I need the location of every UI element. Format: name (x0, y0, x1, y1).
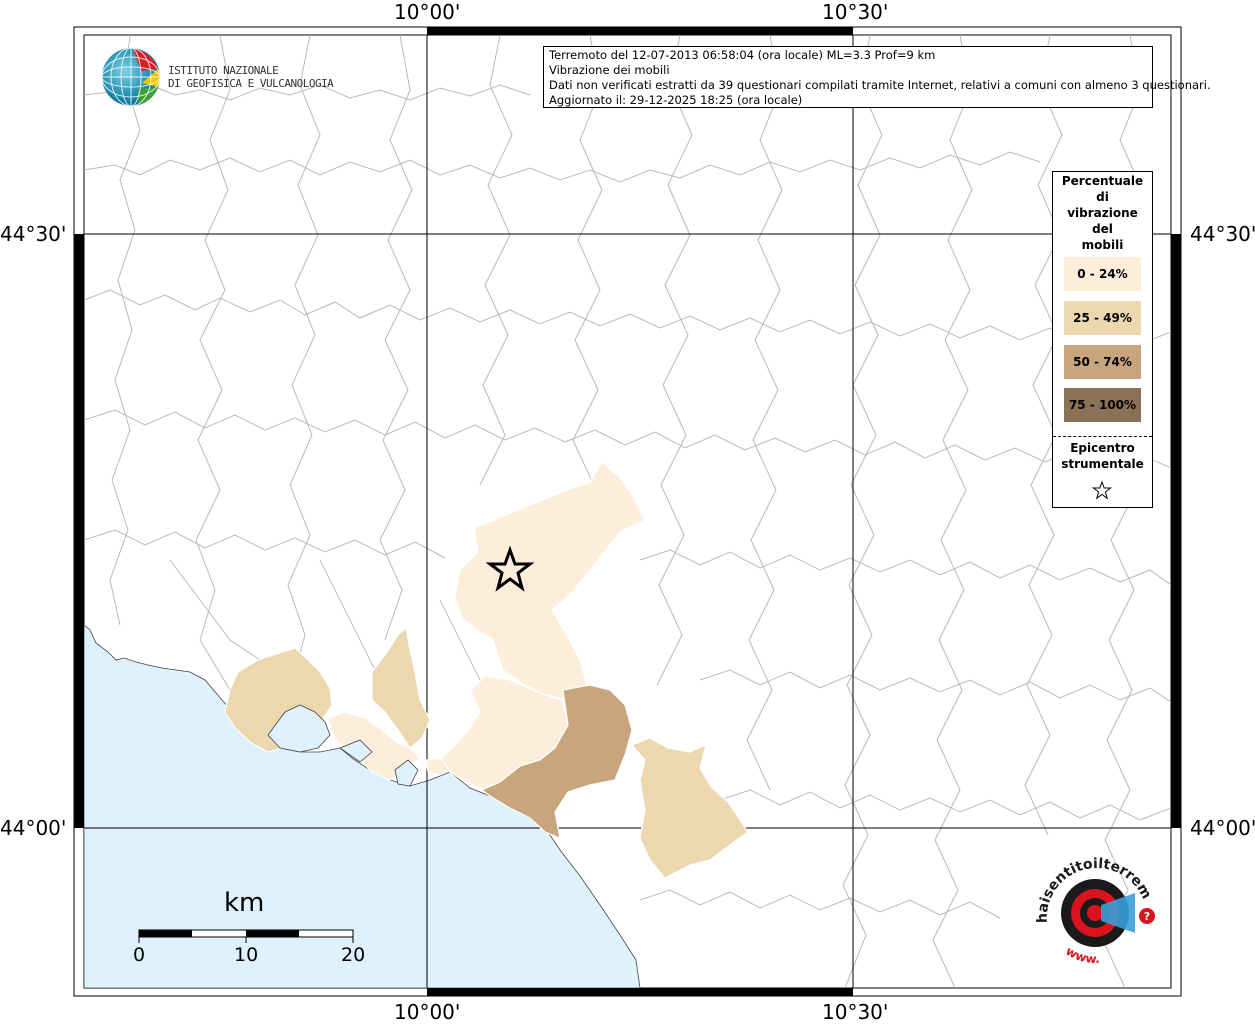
svg-text:?: ? (1144, 910, 1150, 923)
legend-title-line: di (1096, 190, 1109, 204)
legend-title-line: Percentuale (1061, 174, 1144, 188)
comune-class-1 (454, 461, 646, 701)
lat-label-right-lower: 44°00' (1190, 816, 1255, 840)
event-info-line3: Dati non verificati estratti da 39 quest… (549, 78, 1211, 92)
event-info-box: Terremoto del 12-07-2013 06:58:04 (ora l… (543, 46, 1211, 108)
comune-class-2 (630, 737, 749, 879)
frame-bar-bottom (427, 988, 853, 996)
scale-label-0: 0 (133, 944, 146, 966)
ingv-logo-line1: ISTITUTO NAZIONALE (168, 64, 279, 77)
legend-title: Percentuale di vibrazione del mobili (1053, 173, 1152, 253)
scale-label-10: 10 (234, 944, 259, 966)
star-icon (1091, 480, 1113, 500)
scale-label-20: 20 (341, 944, 366, 966)
lon-label-top-left: 10°00' (394, 0, 461, 24)
lon-label-bottom-left: 10°00' (394, 1000, 461, 1024)
frame-bar-top (427, 27, 853, 35)
haisentito-logo-icon: ? haisentitoilterremoto.it www. (1035, 856, 1155, 966)
lat-label-right-upper: 44°30' (1190, 222, 1255, 246)
legend-title-line: del (1092, 222, 1113, 236)
scale-unit: km (224, 888, 265, 918)
lon-label-top-right: 10°30' (822, 0, 889, 24)
legend-title-line: vibrazione (1067, 206, 1138, 220)
frame-bar-left (74, 234, 84, 828)
legend-epicenter-label: Epicentro strumentale (1053, 440, 1152, 472)
frame-bar-right (1171, 234, 1181, 828)
legend-class-25-49: 25 - 49% (1063, 300, 1142, 336)
legend-class-50-74: 50 - 74% (1063, 344, 1142, 380)
svg-text:www.: www. (1063, 944, 1100, 967)
event-info-line1: Terremoto del 12-07-2013 06:58:04 (ora l… (549, 48, 936, 62)
ingv-logo-text: ISTITUTO NAZIONALE DI GEOFISICA E VULCAN… (168, 64, 334, 90)
lon-label-bottom-right: 10°30' (822, 1000, 889, 1024)
legend-divider (1053, 436, 1152, 437)
event-info-line2: Vibrazione dei mobili (549, 63, 670, 77)
ingv-logo-line2: DI GEOFISICA E VULCANOLOGIA (168, 77, 334, 90)
legend-class-75-100: 75 - 100% (1063, 387, 1142, 423)
legend-epicenter-line: Epicentro (1070, 441, 1135, 455)
legend: Percentuale di vibrazione del mobili 0 -… (1052, 171, 1153, 508)
lat-label-left-lower: 44°00' (0, 816, 67, 840)
ingv-globe-icon (101, 47, 161, 107)
legend-class-0-24: 0 - 24% (1063, 256, 1142, 292)
lat-label-left-upper: 44°30' (0, 222, 67, 246)
map-canvas: ? haisentitoilterremoto.it www. (73, 26, 1182, 997)
event-info-line4: Aggiornato il: 29-12-2025 18:25 (ora loc… (549, 93, 803, 107)
legend-epicenter-line: strumentale (1061, 457, 1144, 471)
badge-prefix: www. (1063, 944, 1100, 967)
legend-title-line: mobili (1081, 238, 1124, 252)
